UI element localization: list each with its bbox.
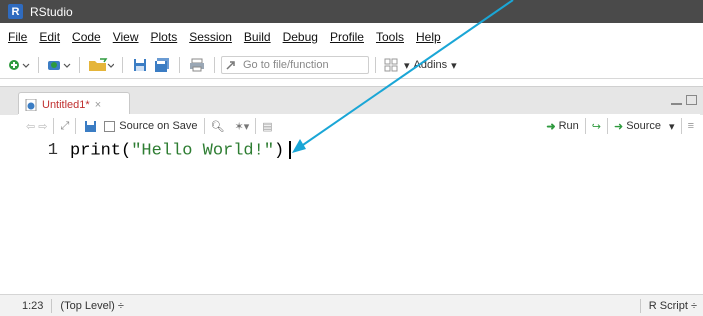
menu-profile[interactable]: Profile <box>330 30 364 48</box>
save-all-icon[interactable] <box>151 55 173 75</box>
menu-build[interactable]: Build <box>244 30 271 48</box>
forward-arrow-icon[interactable]: ⇨ <box>38 120 47 133</box>
toolbar-divider <box>79 57 80 73</box>
goto-arrow-icon <box>226 61 235 70</box>
source-on-save-checkbox[interactable] <box>104 120 116 132</box>
toolbar-divider <box>680 118 682 134</box>
toolbar-divider <box>255 118 257 134</box>
status-divider <box>639 298 641 313</box>
menu-plots[interactable]: Plots <box>151 30 178 48</box>
chevron-down-icon: ▾ <box>404 59 410 72</box>
window-title: RStudio <box>30 4 73 19</box>
code-function: print( <box>70 141 132 161</box>
text-cursor <box>289 141 292 159</box>
maximize-pane-icon[interactable] <box>686 95 697 105</box>
tab-label: Untitled1* <box>42 98 90 111</box>
run-button[interactable]: Run <box>559 120 579 132</box>
toolbar-divider <box>203 118 205 134</box>
pane-controls <box>671 95 697 105</box>
show-in-window-icon[interactable]: ⤢ <box>60 120 69 133</box>
grid-layout-icon[interactable] <box>382 55 400 75</box>
new-project-icon[interactable] <box>45 55 73 75</box>
print-icon[interactable] <box>186 55 208 75</box>
file-type-selector[interactable]: R Script ÷ <box>649 300 697 312</box>
menu-bar: File Edit Code View Plots Session Build … <box>0 30 445 48</box>
menu-help[interactable]: Help <box>416 30 441 48</box>
scope-selector[interactable]: (Top Level) ÷ <box>60 300 124 312</box>
rstudio-logo-icon: R <box>8 4 23 19</box>
toolbar-divider <box>606 118 608 134</box>
menu-file[interactable]: File <box>8 30 27 48</box>
status-bar: 1:23 (Top Level) ÷ R Script ÷ <box>0 294 703 316</box>
toolbar-divider <box>179 57 180 73</box>
save-icon[interactable] <box>82 116 98 136</box>
menu-code[interactable]: Code <box>72 30 101 48</box>
editor-tab-bar: Untitled1* × <box>0 86 703 116</box>
code-tools-wand-icon[interactable]: ✶▾ <box>235 120 250 133</box>
goto-placeholder: Go to file/function <box>243 59 329 71</box>
menu-debug[interactable]: Debug <box>283 30 318 48</box>
toolbar-divider <box>584 118 586 134</box>
menu-edit[interactable]: Edit <box>39 30 60 48</box>
toolbar-divider <box>75 118 77 134</box>
save-icon[interactable] <box>129 55 151 75</box>
toolbar-divider <box>53 118 55 134</box>
chevron-down-icon: ▾ <box>451 59 457 72</box>
toolbar-divider <box>375 57 376 73</box>
run-arrow-icon: ➜ <box>546 120 556 133</box>
status-divider <box>51 298 53 313</box>
menu-session[interactable]: Session <box>189 30 232 48</box>
addins-label: Addins <box>413 59 448 71</box>
document-outline-icon[interactable]: ≡ <box>688 120 694 132</box>
search-icon[interactable]: 🔍︎ <box>211 120 225 133</box>
code-editor[interactable]: 1 print("Hello World!") <box>18 138 700 288</box>
goto-file-function-input[interactable]: Go to file/function <box>221 56 369 74</box>
open-file-icon[interactable] <box>86 55 116 75</box>
source-arrow-icon: ➜ <box>613 120 624 133</box>
source-button[interactable]: Source <box>626 120 661 132</box>
close-icon[interactable]: × <box>95 99 101 111</box>
tab-untitled1[interactable]: Untitled1* × <box>18 92 130 116</box>
code-line-1[interactable]: print("Hello World!") <box>70 141 292 161</box>
toolbar-divider <box>38 57 39 73</box>
rerun-icon[interactable]: ↪ <box>592 120 601 133</box>
addins-menu[interactable]: ▾ Addins ▾ <box>404 59 457 72</box>
toolbar-divider <box>122 57 123 73</box>
back-arrow-icon[interactable]: ⇦ <box>26 120 35 133</box>
line-number: 1 <box>47 141 58 160</box>
title-bar: R RStudio <box>0 0 703 23</box>
source-on-save-label: Source on Save <box>119 120 198 132</box>
minimize-pane-icon[interactable] <box>671 98 682 105</box>
toolbar-divider <box>214 57 215 73</box>
code-string: "Hello World!" <box>131 141 275 161</box>
code-paren-close: ) <box>274 141 285 161</box>
new-file-icon[interactable] <box>6 55 32 75</box>
menu-tools[interactable]: Tools <box>376 30 404 48</box>
cursor-position: 1:23 <box>22 299 44 312</box>
r-file-icon <box>25 98 37 111</box>
editor-toolbar: ⇦ ⇨ ⤢ Source on Save 🔍︎ ✶▾ ▤ ➜ Run ↪ ➜ S… <box>18 114 700 139</box>
main-toolbar: Go to file/function ▾ Addins ▾ <box>0 52 703 79</box>
compile-report-icon[interactable]: ▤ <box>262 120 272 133</box>
chevron-down-icon[interactable]: ▾ <box>669 120 675 133</box>
menu-view[interactable]: View <box>113 30 139 48</box>
